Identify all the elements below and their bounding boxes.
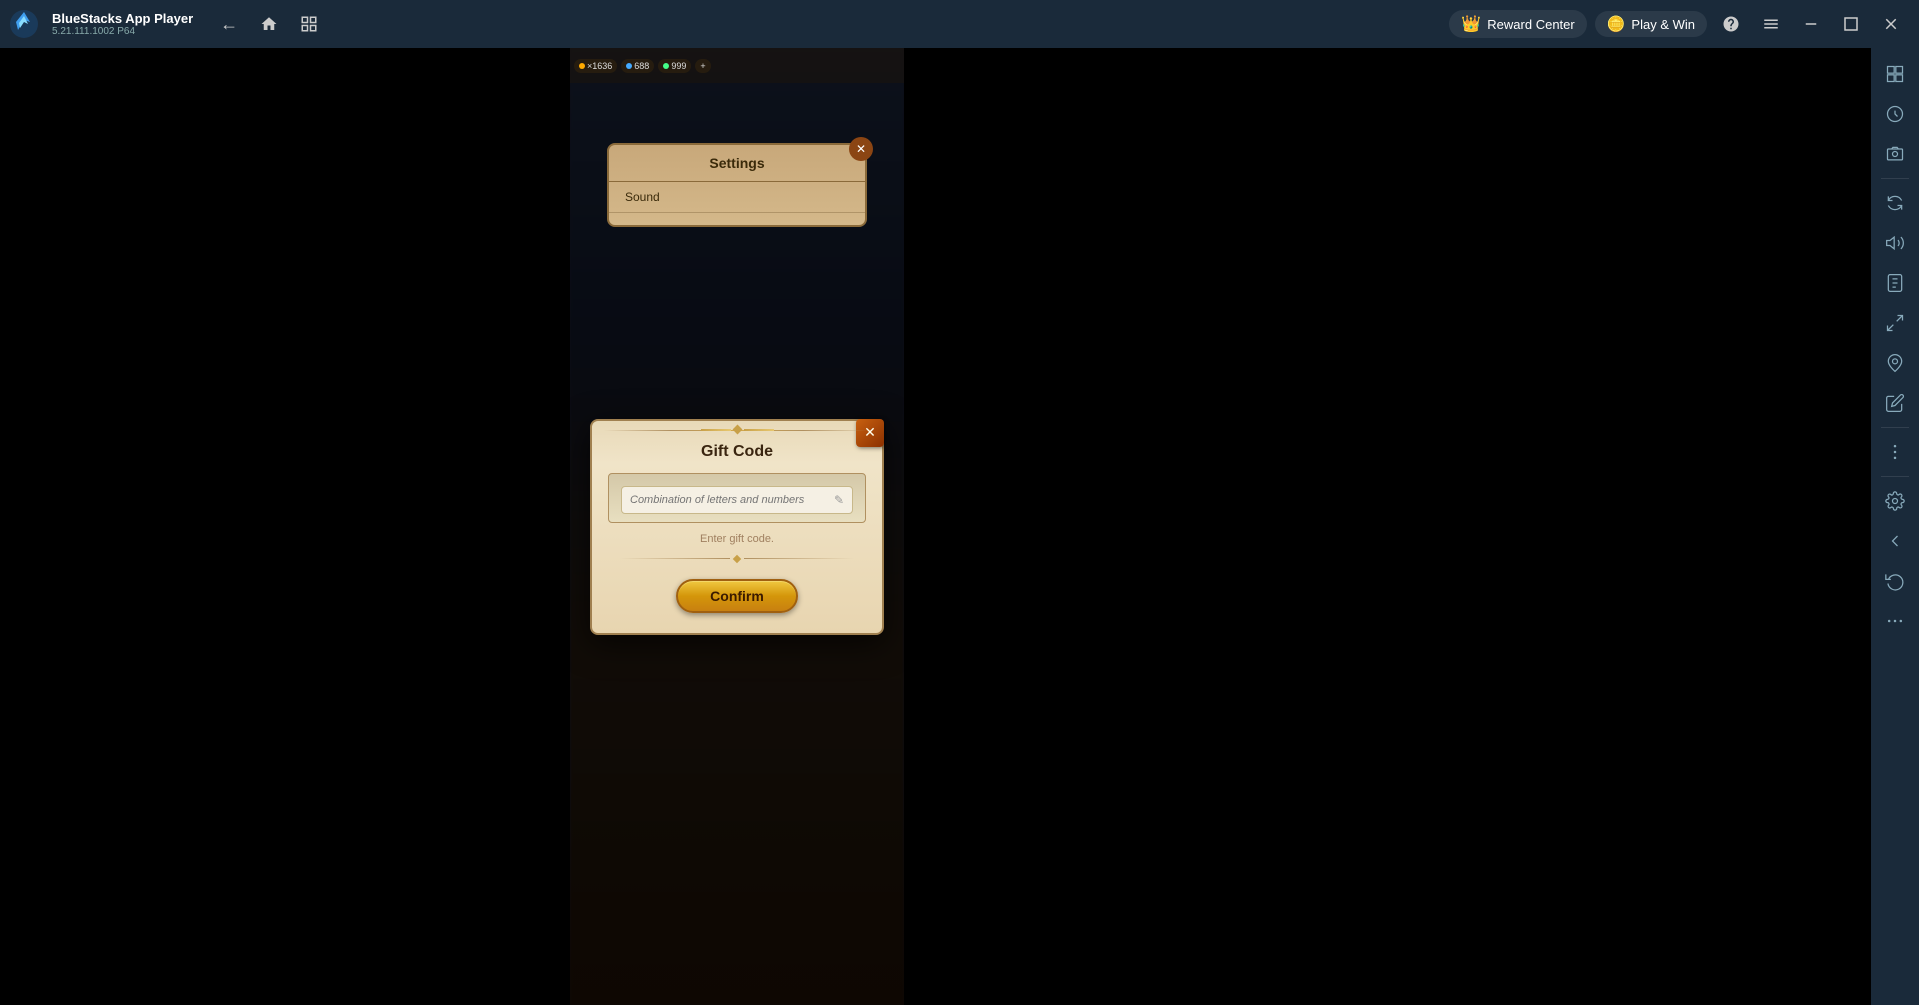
app-version: 5.21.111.1002 P64	[52, 26, 193, 37]
sidebar-icon-screenshot[interactable]	[1877, 136, 1913, 172]
titlebar-right: 👑 Reward Center 🪙 Play & Win	[1449, 8, 1919, 40]
confirm-button[interactable]: Confirm	[676, 579, 798, 613]
sidebar-icon-volume[interactable]	[1877, 225, 1913, 261]
play-win-button[interactable]: 🪙 Play & Win	[1595, 11, 1707, 37]
game-viewport: ×1636 688 999 +	[0, 48, 1871, 1005]
menu-button[interactable]	[1755, 8, 1787, 40]
bottom-orn-left	[620, 558, 730, 559]
input-hint: Enter gift code.	[608, 529, 866, 545]
coin-icon: 🪙	[1607, 15, 1626, 33]
sidebar-icon-macro[interactable]	[1877, 96, 1913, 132]
crown-icon: 👑	[1461, 14, 1481, 34]
black-left	[0, 48, 570, 1005]
app-name: BlueStacks App Player	[52, 11, 193, 26]
main-content: ×1636 688 999 +	[0, 48, 1919, 1005]
sidebar-icon-settings[interactable]	[1877, 483, 1913, 519]
bottom-orn-right	[744, 558, 854, 559]
sidebar-icon-refresh[interactable]	[1877, 563, 1913, 599]
reward-center-label: Reward Center	[1487, 17, 1574, 32]
sidebar-icon-more-options[interactable]	[1877, 434, 1913, 470]
right-sidebar	[1871, 48, 1919, 1005]
sidebar-divider-1	[1881, 178, 1909, 179]
gift-code-input[interactable]	[630, 494, 828, 506]
titlebar: BlueStacks App Player 5.21.111.1002 P64 …	[0, 0, 1919, 48]
gift-code-overlay: ✕ Gift Code	[570, 48, 904, 1005]
titlebar-nav: ←	[213, 8, 325, 40]
sidebar-icon-multiinstance[interactable]	[1877, 56, 1913, 92]
input-container: ✎	[608, 473, 866, 523]
dialog-body: ✎ Enter gift code. Confirm	[592, 473, 882, 613]
dialog-title: Gift Code	[592, 439, 882, 473]
ornament-h-right	[744, 429, 774, 431]
ornament-center	[701, 426, 774, 433]
tab-button[interactable]	[293, 8, 325, 40]
ornament-diamond	[732, 425, 742, 435]
sidebar-icon-apk[interactable]	[1877, 265, 1913, 301]
reward-center-button[interactable]: 👑 Reward Center	[1449, 10, 1586, 38]
confirm-btn-container: Confirm	[608, 579, 866, 613]
app-info: BlueStacks App Player 5.21.111.1002 P64	[52, 11, 193, 37]
sidebar-icon-extra[interactable]	[1877, 603, 1913, 639]
sidebar-icon-edit[interactable]	[1877, 385, 1913, 421]
gift-code-input-wrapper: ✎	[621, 486, 853, 514]
home-button[interactable]	[253, 8, 285, 40]
game-screen: ×1636 688 999 +	[570, 48, 904, 1005]
sidebar-icon-collapse[interactable]	[1877, 523, 1913, 559]
help-button[interactable]	[1715, 8, 1747, 40]
sidebar-icon-resize[interactable]	[1877, 305, 1913, 341]
sidebar-divider-3	[1881, 476, 1909, 477]
ornament-h-left	[701, 429, 731, 431]
gift-code-dialog: ✕ Gift Code	[590, 419, 884, 635]
dialog-bottom-ornament	[620, 553, 854, 565]
back-button[interactable]: ←	[213, 8, 245, 40]
sidebar-icon-location[interactable]	[1877, 345, 1913, 381]
dialog-top-ornament	[592, 421, 882, 439]
sidebar-divider-2	[1881, 427, 1909, 428]
bottom-orn-diamond	[733, 554, 741, 562]
app-logo	[0, 0, 48, 48]
sidebar-icon-rotate[interactable]	[1877, 185, 1913, 221]
maximize-button[interactable]	[1835, 8, 1867, 40]
play-win-label: Play & Win	[1631, 17, 1695, 32]
edit-icon: ✎	[834, 493, 844, 507]
close-button[interactable]	[1875, 8, 1907, 40]
minimize-button[interactable]	[1795, 8, 1827, 40]
black-right	[904, 48, 1871, 1005]
